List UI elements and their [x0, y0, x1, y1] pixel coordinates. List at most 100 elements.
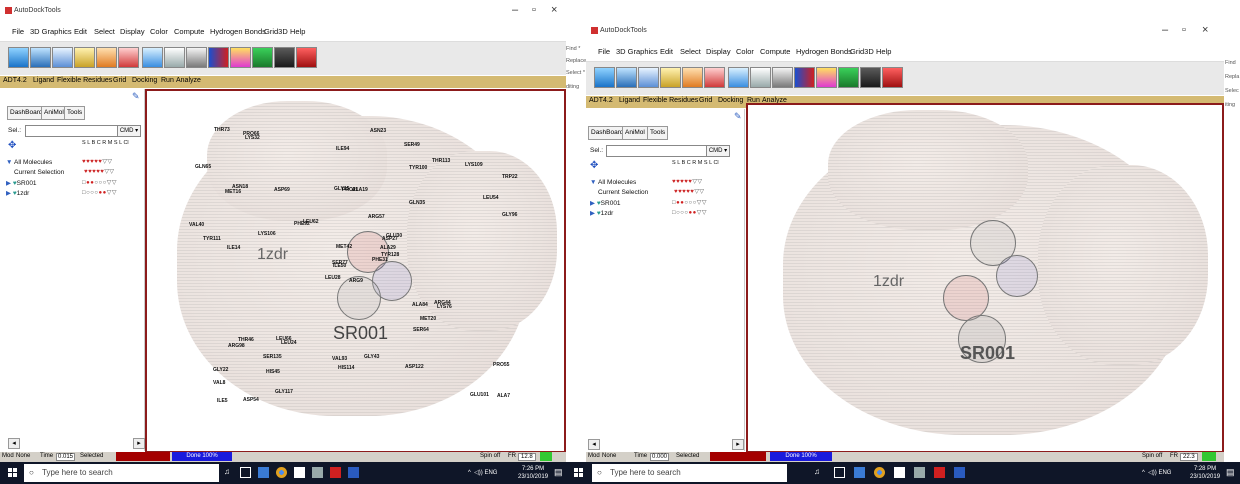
- tab-tools[interactable]: Tools: [64, 106, 86, 120]
- color-icon[interactable]: [208, 47, 229, 68]
- module-analyze[interactable]: Analyze: [176, 77, 201, 84]
- scroll-right-button[interactable]: ▸: [133, 438, 145, 449]
- 3d-viewer[interactable]: 1zdr SR001: [746, 103, 1224, 453]
- lines-icon[interactable]: [142, 47, 163, 68]
- maximize-icon[interactable]: ▫: [1182, 24, 1186, 36]
- notification-icon[interactable]: ▤: [554, 467, 565, 478]
- word-icon[interactable]: [348, 467, 359, 478]
- tree-all-molecules[interactable]: All Molecules: [14, 159, 52, 166]
- module-ligand[interactable]: Ligand: [619, 97, 640, 104]
- save-icon[interactable]: [30, 47, 51, 68]
- menu-hydrogen-bonds[interactable]: Hydrogen Bonds: [796, 47, 852, 56]
- ribbon-icon[interactable]: [252, 47, 273, 68]
- word-icon[interactable]: [954, 467, 965, 478]
- minimize-icon[interactable]: –: [1162, 24, 1168, 36]
- tree-expand-icon[interactable]: ▼: [590, 179, 596, 186]
- scroll-left-button[interactable]: ◂: [588, 439, 600, 450]
- select-icon[interactable]: [704, 67, 725, 88]
- task-view-icon[interactable]: [240, 467, 251, 478]
- tray-icons[interactable]: ^ ◁)) ENG: [1142, 469, 1171, 476]
- module-grid[interactable]: Grid: [699, 97, 712, 104]
- menu-color[interactable]: Color: [736, 47, 754, 56]
- windows-start-icon[interactable]: [8, 468, 18, 478]
- tab-animol[interactable]: AniMol: [41, 106, 67, 120]
- render-icon[interactable]: [274, 47, 295, 68]
- display-toggles-selection[interactable]: ♥♥♥♥♥▽▽: [674, 188, 705, 195]
- cmd-dropdown[interactable]: CMD ▾: [117, 125, 141, 137]
- module-docking[interactable]: Docking: [718, 97, 743, 104]
- tab-dashboard[interactable]: DashBoard: [588, 126, 627, 140]
- scroll-right-button[interactable]: ▸: [732, 439, 744, 450]
- status-spin[interactable]: Spin off: [1142, 453, 1162, 459]
- save-icon[interactable]: [616, 67, 637, 88]
- tree-all-molecules[interactable]: All Molecules: [598, 179, 636, 186]
- autodock-task-icon[interactable]: [934, 467, 945, 478]
- tab-tools[interactable]: Tools: [647, 126, 669, 140]
- display-toggles-all[interactable]: ♥♥♥♥♥▽▽: [672, 178, 703, 185]
- pencil-icon[interactable]: [74, 47, 95, 68]
- clock-right[interactable]: 7:28 PM 23/10/2019: [1190, 465, 1220, 481]
- tree-sr001[interactable]: ▶ ♥SR001: [6, 179, 37, 187]
- tree-1zdr[interactable]: ▶ ♥1zdr: [6, 189, 29, 197]
- module-adt[interactable]: ADT4.2: [3, 77, 27, 84]
- pick-icon[interactable]: [682, 67, 703, 88]
- explorer-icon[interactable]: [854, 467, 865, 478]
- close-icon[interactable]: ×: [1202, 24, 1208, 36]
- autodock-task-icon[interactable]: [330, 467, 341, 478]
- store-icon[interactable]: [294, 467, 305, 478]
- dashboard-wand-icon[interactable]: ✎: [132, 91, 140, 102]
- list-icon[interactable]: [186, 47, 207, 68]
- display-toggles-all[interactable]: ♥♥♥♥♥▽▽: [82, 158, 113, 165]
- list-icon[interactable]: [772, 67, 793, 88]
- menu-select[interactable]: Select: [680, 47, 701, 56]
- status-green-button[interactable]: [540, 452, 552, 461]
- chrome-icon[interactable]: [874, 467, 885, 478]
- store-icon[interactable]: [894, 467, 905, 478]
- cmd-dropdown[interactable]: CMD ▾: [706, 145, 730, 157]
- display-toggles-sr001[interactable]: □●●○○○▽▽: [82, 179, 117, 186]
- module-ligand[interactable]: Ligand: [33, 77, 54, 84]
- tree-current-selection[interactable]: Current Selection: [598, 189, 648, 196]
- menu-grid3d[interactable]: Grid3D: [264, 27, 288, 36]
- display-toggles-1zdr[interactable]: □○○○●●▽▽: [672, 209, 707, 216]
- display-toggles-selection[interactable]: ♥♥♥♥♥▽▽: [84, 168, 115, 175]
- module-run[interactable]: Run: [161, 77, 174, 84]
- module-docking[interactable]: Docking: [132, 77, 157, 84]
- menu-help[interactable]: Help: [290, 27, 305, 36]
- ribbon-icon[interactable]: [838, 67, 859, 88]
- dashboard-wand-icon[interactable]: ✎: [734, 111, 742, 122]
- open-molecule-icon[interactable]: [8, 47, 29, 68]
- tab-animol[interactable]: AniMol: [622, 126, 648, 140]
- tab-dashboard[interactable]: DashBoard: [7, 106, 46, 120]
- minimize-icon[interactable]: –: [512, 4, 518, 16]
- selection-input[interactable]: [606, 145, 708, 157]
- menu-color[interactable]: Color: [150, 27, 168, 36]
- app-icon-gray[interactable]: [312, 467, 323, 478]
- menu-hydrogen-bonds[interactable]: Hydrogen Bonds: [210, 27, 266, 36]
- scroll-left-button[interactable]: ◂: [8, 438, 20, 449]
- open-molecule-icon[interactable]: [594, 67, 615, 88]
- app-icon-gray[interactable]: [914, 467, 925, 478]
- surface-icon[interactable]: [230, 47, 251, 68]
- menu-file[interactable]: File: [12, 27, 24, 36]
- menu-select[interactable]: Select: [94, 27, 115, 36]
- maximize-icon[interactable]: ▫: [532, 4, 536, 16]
- selection-tools-icon[interactable]: ✥: [590, 160, 598, 171]
- sticks-icon[interactable]: [750, 67, 771, 88]
- taskbar-search[interactable]: ○ Type here to search: [592, 464, 787, 482]
- undo-icon[interactable]: [638, 67, 659, 88]
- cpk-icon[interactable]: [296, 47, 317, 68]
- menu-edit[interactable]: Edit: [660, 47, 673, 56]
- tree-current-selection[interactable]: Current Selection: [14, 169, 64, 176]
- module-flexible-residues[interactable]: Flexible Residues: [643, 97, 698, 104]
- menu-edit[interactable]: Edit: [74, 27, 87, 36]
- menu-grid3d[interactable]: Grid3D: [850, 47, 874, 56]
- sticks-icon[interactable]: [164, 47, 185, 68]
- selection-tools-icon[interactable]: ✥: [8, 140, 16, 151]
- close-icon[interactable]: ×: [551, 4, 557, 16]
- surface-icon[interactable]: [816, 67, 837, 88]
- select-icon[interactable]: [118, 47, 139, 68]
- mic-icon[interactable]: ♫: [224, 467, 235, 478]
- pencil-icon[interactable]: [660, 67, 681, 88]
- lines-icon[interactable]: [728, 67, 749, 88]
